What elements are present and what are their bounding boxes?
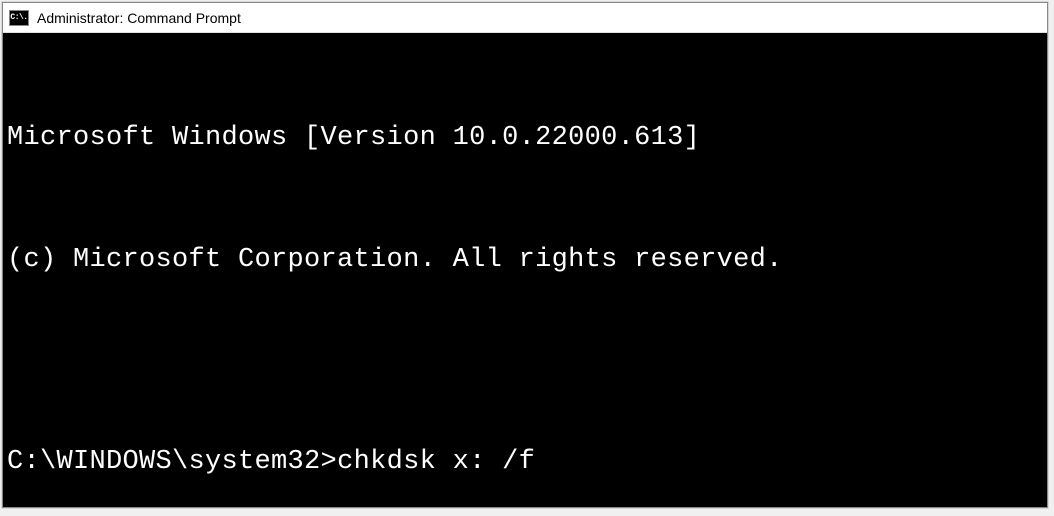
version-line: Microsoft Windows [Version 10.0.22000.61… xyxy=(7,118,1043,159)
prompt-line: C:\WINDOWS\system32>chkdsk x: /f xyxy=(7,442,1043,483)
window-title: Administrator: Command Prompt xyxy=(37,10,241,26)
prompt-path: C:\WINDOWS\system32> xyxy=(7,442,337,483)
command-prompt-window: C:\. Administrator: Command Prompt Micro… xyxy=(2,2,1048,508)
titlebar[interactable]: C:\. Administrator: Command Prompt xyxy=(3,3,1047,33)
cmd-icon: C:\. xyxy=(9,10,29,26)
command-input[interactable]: chkdsk x: /f xyxy=(337,442,535,483)
terminal-area[interactable]: Microsoft Windows [Version 10.0.22000.61… xyxy=(3,33,1047,507)
copyright-line: (c) Microsoft Corporation. All rights re… xyxy=(7,240,1043,281)
